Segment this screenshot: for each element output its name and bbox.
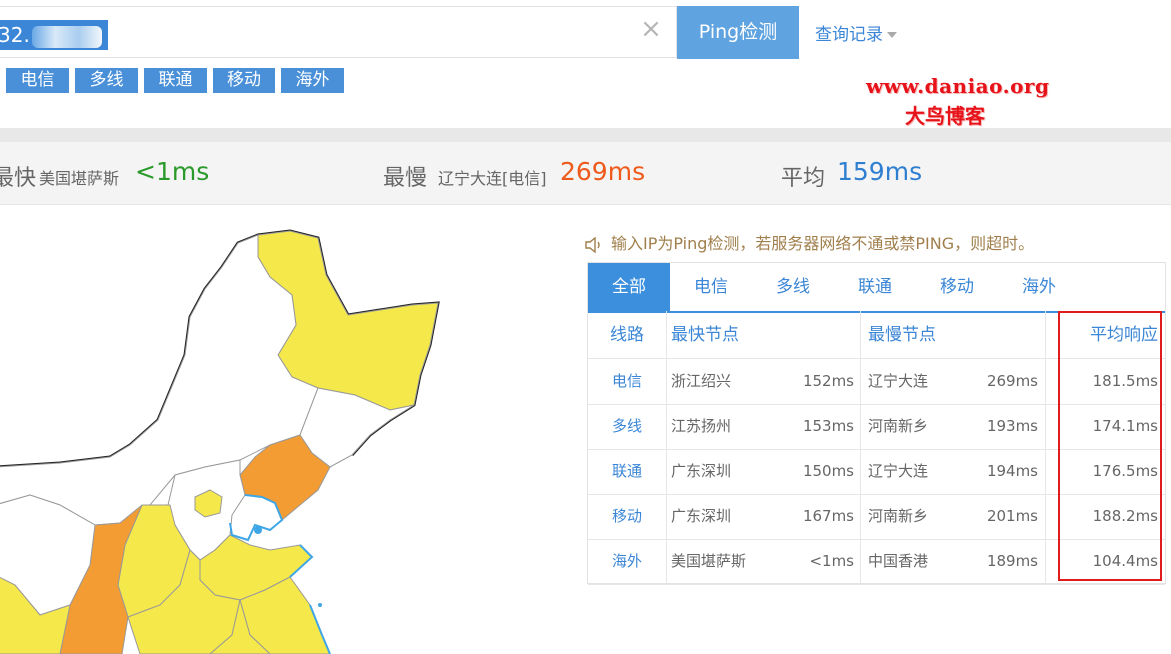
- cell-average: 188.2ms: [1092, 507, 1158, 525]
- fastest-value: <1ms: [135, 157, 210, 186]
- history-label: 查询记录: [815, 25, 883, 45]
- filter-chip-multiline[interactable]: 多线: [75, 68, 138, 93]
- cell-slow-ms: 201ms: [986, 507, 1038, 525]
- ip-redaction-blur: [31, 25, 102, 48]
- cell-fast-node: 美国堪萨斯: [671, 552, 747, 570]
- cell-line: 电信: [611, 372, 642, 390]
- header-line: 线路: [610, 325, 644, 345]
- average-label: 平均: [781, 166, 826, 191]
- tab-multiline[interactable]: 多线: [752, 263, 834, 311]
- ping-notice: 输入IP为Ping检测，若服务器网络不通或禁PING，则超时。: [585, 230, 1034, 254]
- table-header: 线路 最快节点 最慢节点 平均响应: [588, 313, 1165, 359]
- cell-fast-ms: 150ms: [802, 462, 854, 480]
- table-row: 联通 广东深圳 150ms 辽宁大连 194ms 176.5ms: [588, 449, 1165, 495]
- filter-chip-mobile[interactable]: 移动: [213, 68, 275, 93]
- ip-input-selection[interactable]: 32.: [0, 20, 108, 50]
- average-value: 159ms: [837, 157, 923, 186]
- cell-line: 联通: [611, 462, 642, 480]
- cell-slow-node: 辽宁大连: [868, 462, 929, 480]
- china-ping-map: [0, 205, 560, 654]
- island-dot: [318, 603, 322, 607]
- column-divider: [666, 311, 667, 583]
- ping-button[interactable]: Ping检测: [677, 6, 799, 59]
- cell-slow-node: 河南新乡: [868, 417, 929, 435]
- line-tabs: 全部 电信 多线 联通 移动 海外: [588, 263, 1165, 313]
- tab-all[interactable]: 全部: [588, 263, 670, 311]
- cell-slow-ms: 193ms: [986, 417, 1038, 435]
- cell-fast-node: 广东深圳: [671, 462, 732, 480]
- cell-line: 海外: [611, 552, 642, 570]
- tab-mobile[interactable]: 移动: [916, 263, 998, 311]
- table-row: 电信 浙江绍兴 152ms 辽宁大连 269ms 181.5ms: [588, 359, 1165, 405]
- fastest-label: 最快: [0, 166, 37, 191]
- header-average: 平均响应: [1090, 325, 1158, 345]
- cell-fast-node: 广东深圳: [671, 507, 732, 525]
- notice-text: 输入IP为Ping检测，若服务器网络不通或禁PING，则超时。: [611, 234, 1035, 253]
- column-divider: [860, 311, 861, 583]
- cell-line: 多线: [611, 417, 642, 435]
- cell-average: 174.1ms: [1092, 417, 1158, 435]
- tab-unicom[interactable]: 联通: [834, 263, 916, 311]
- filter-chip-overseas[interactable]: 海外: [281, 68, 344, 93]
- summary-stats: 最快 美国堪萨斯 <1ms 最慢 辽宁大连[电信] 269ms 平均 159ms: [0, 142, 1171, 205]
- clear-icon[interactable]: ×: [639, 16, 663, 42]
- header-slowest: 最慢节点: [868, 325, 936, 345]
- cell-line: 移动: [611, 507, 642, 525]
- header-fastest: 最快节点: [671, 325, 739, 345]
- cell-fast-ms: 167ms: [802, 507, 854, 525]
- cell-average: 176.5ms: [1092, 462, 1158, 480]
- results-panel: 全部 电信 多线 联通 移动 海外 线路 最快节点 最慢节点 平均响应 电信浙江…: [587, 262, 1166, 585]
- cell-fast-ms: 152ms: [802, 372, 854, 390]
- search-header: 32. × Ping检测 查询记录 电信 多线 联通 移动 海外 www.dan…: [0, 0, 1171, 128]
- fastest-place: 美国堪萨斯: [39, 169, 120, 188]
- filter-chip-telecom[interactable]: 电信: [6, 68, 69, 93]
- ip-search-field[interactable]: 32.: [0, 6, 677, 58]
- cell-slow-node: 中国香港: [868, 552, 929, 570]
- table-row: 多线 江苏扬州 153ms 河南新乡 193ms 174.1ms: [588, 404, 1165, 450]
- china-map-svg: [0, 229, 440, 654]
- section-divider: [0, 128, 1171, 142]
- table-row: 移动 广东深圳 167ms 河南新乡 201ms 188.2ms: [588, 494, 1165, 540]
- history-dropdown[interactable]: 查询记录: [815, 20, 897, 45]
- slowest-place: 辽宁大连[电信]: [438, 169, 547, 188]
- filter-chip-unicom[interactable]: 联通: [144, 68, 207, 93]
- cell-average: 104.4ms: [1092, 552, 1158, 570]
- cell-slow-node: 河南新乡: [868, 507, 929, 525]
- column-divider: [1045, 311, 1046, 583]
- cell-fast-ms: <1ms: [809, 552, 854, 570]
- ip-input-value[interactable]: 32.: [0, 23, 30, 47]
- table-row: 海外 美国堪萨斯 <1ms 中国香港 189ms 104.4ms: [588, 539, 1165, 585]
- cell-slow-ms: 269ms: [986, 372, 1038, 390]
- tab-overseas[interactable]: 海外: [998, 263, 1080, 311]
- cell-average: 181.5ms: [1092, 372, 1158, 390]
- tab-telecom[interactable]: 电信: [670, 263, 752, 311]
- speaker-icon: [585, 236, 600, 253]
- cell-fast-node: 浙江绍兴: [671, 372, 732, 390]
- slowest-label: 最慢: [383, 166, 428, 191]
- cell-slow-node: 辽宁大连: [868, 372, 929, 390]
- cell-slow-ms: 189ms: [986, 552, 1038, 570]
- cell-slow-ms: 194ms: [986, 462, 1038, 480]
- chevron-down-icon: [887, 32, 897, 38]
- cell-fast-ms: 153ms: [802, 417, 854, 435]
- cell-fast-node: 江苏扬州: [671, 417, 732, 435]
- island-dot: [254, 526, 262, 534]
- slowest-value: 269ms: [560, 157, 646, 186]
- watermark-name: 大鸟博客: [905, 104, 985, 128]
- watermark-url: www.daniao.org: [866, 74, 1050, 98]
